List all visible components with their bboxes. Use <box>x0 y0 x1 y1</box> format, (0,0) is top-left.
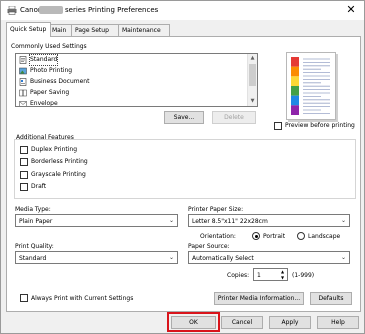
draft-checkbox[interactable] <box>20 183 28 191</box>
tab-maintenance[interactable]: Maintenance <box>118 24 170 36</box>
envelope-icon <box>19 101 27 106</box>
apply-button[interactable]: Apply <box>269 316 311 329</box>
list-item-label: Paper Saving <box>30 89 70 96</box>
close-button[interactable]: ✕ <box>344 3 358 17</box>
spin-up-icon[interactable]: ▲ <box>278 269 287 274</box>
duplex-printing-checkbox[interactable] <box>20 146 28 154</box>
preview-color-stripe <box>291 95 299 106</box>
printer-media-information-button[interactable]: Printer Media Information... <box>214 292 304 305</box>
printer-paper-size-value: Letter 8.5"x11" 22x28cm <box>192 218 268 225</box>
paper-source-value: Automatically Select <box>192 255 254 262</box>
chevron-down-icon: ⌄ <box>168 217 174 224</box>
chevron-down-icon: ⌄ <box>340 217 346 224</box>
printer-paper-size-label: Printer Paper Size: <box>188 206 244 213</box>
title-bar: Canon series Printing Preferences ✕ <box>1 1 364 20</box>
list-item-label: Business Document <box>30 78 90 85</box>
chevron-down-icon: ⌄ <box>340 254 346 261</box>
scroll-down-arrow-icon[interactable]: ▼ <box>248 97 257 106</box>
tab-page-setup[interactable]: Page Setup <box>71 24 121 36</box>
grayscale-printing-label: Grayscale Printing <box>31 171 86 178</box>
scroll-up-arrow-icon[interactable]: ▲ <box>248 54 257 63</box>
paper-saving-icon <box>19 89 27 97</box>
window-title: series Printing Preferences <box>65 6 159 14</box>
portrait-radio[interactable] <box>252 232 260 240</box>
printing-preferences-window: Canon series Printing Preferences ✕ Quic… <box>0 0 365 334</box>
print-quality-label: Print Quality: <box>15 243 54 250</box>
spin-down-icon[interactable]: ▼ <box>278 275 287 280</box>
tab-quick-setup[interactable]: Quick Setup <box>6 22 51 37</box>
printer-icon <box>7 6 17 15</box>
copies-value: 1 <box>257 272 261 279</box>
media-type-select[interactable]: Plain Paper ⌄ <box>15 214 178 227</box>
media-type-label: Media Type: <box>15 206 51 213</box>
borderless-printing-label: Borderless Printing <box>31 158 88 165</box>
tab-main[interactable]: Main <box>48 24 73 36</box>
landscape-label: Landscape <box>308 233 341 240</box>
paper-source-label: Paper Source: <box>188 243 230 250</box>
defaults-button[interactable]: Defaults <box>310 292 352 305</box>
orientation-label: Orientation: <box>200 233 236 240</box>
preview-before-printing-checkbox[interactable] <box>274 122 282 130</box>
media-type-value: Plain Paper <box>19 218 53 225</box>
preview-before-printing-label: Preview before printing <box>285 122 355 129</box>
delete-button[interactable]: Delete <box>212 111 256 124</box>
save-button[interactable]: Save... <box>164 111 204 124</box>
list-item-label: Photo Printing <box>30 67 73 74</box>
photo-icon <box>19 67 27 75</box>
copies-spinner[interactable]: ▲ ▼ <box>278 269 287 280</box>
ok-highlight-box <box>167 312 220 332</box>
chevron-down-icon: ⌄ <box>168 254 174 261</box>
preview-color-stripe <box>291 105 299 115</box>
preview-color-stripe <box>291 57 299 67</box>
cancel-button[interactable]: Cancel <box>221 316 263 329</box>
business-doc-icon <box>19 78 27 86</box>
standard-doc-icon <box>19 56 27 64</box>
list-item-label: Standard <box>28 54 59 66</box>
grayscale-printing-checkbox[interactable] <box>20 171 28 179</box>
preview-page-image <box>291 57 330 115</box>
help-button[interactable]: Help <box>317 316 359 329</box>
copies-range-label: (1-999) <box>292 272 315 279</box>
duplex-printing-label: Duplex Printing <box>31 146 78 153</box>
commonly-used-settings-label: Commonly Used Settings <box>11 43 87 50</box>
print-quality-select[interactable]: Standard ⌄ <box>15 251 178 264</box>
commonly-used-settings-list[interactable]: Standard Photo Printing Business Documen… <box>15 53 258 107</box>
model-name-redacted <box>39 6 63 14</box>
preview-color-stripe <box>291 76 299 86</box>
preview-color-stripe <box>291 66 299 77</box>
list-item-label: Envelope <box>30 100 58 107</box>
portrait-label: Portrait <box>263 233 286 240</box>
printer-paper-size-select[interactable]: Letter 8.5"x11" 22x28cm ⌄ <box>188 214 350 227</box>
preview-color-stripe <box>291 86 299 96</box>
copies-label: Copies: <box>227 272 250 279</box>
list-scrollbar[interactable]: ▲ ▼ <box>247 54 257 106</box>
landscape-radio[interactable] <box>297 232 305 240</box>
scroll-thumb[interactable] <box>249 64 256 86</box>
paper-preview <box>286 52 336 120</box>
always-print-label: Always Print with Current Settings <box>31 295 134 302</box>
paper-source-select[interactable]: Automatically Select ⌄ <box>188 251 350 264</box>
draft-label: Draft <box>31 183 47 190</box>
borderless-printing-checkbox[interactable] <box>20 158 28 166</box>
always-print-checkbox[interactable] <box>20 294 28 302</box>
print-quality-value: Standard <box>19 255 47 262</box>
